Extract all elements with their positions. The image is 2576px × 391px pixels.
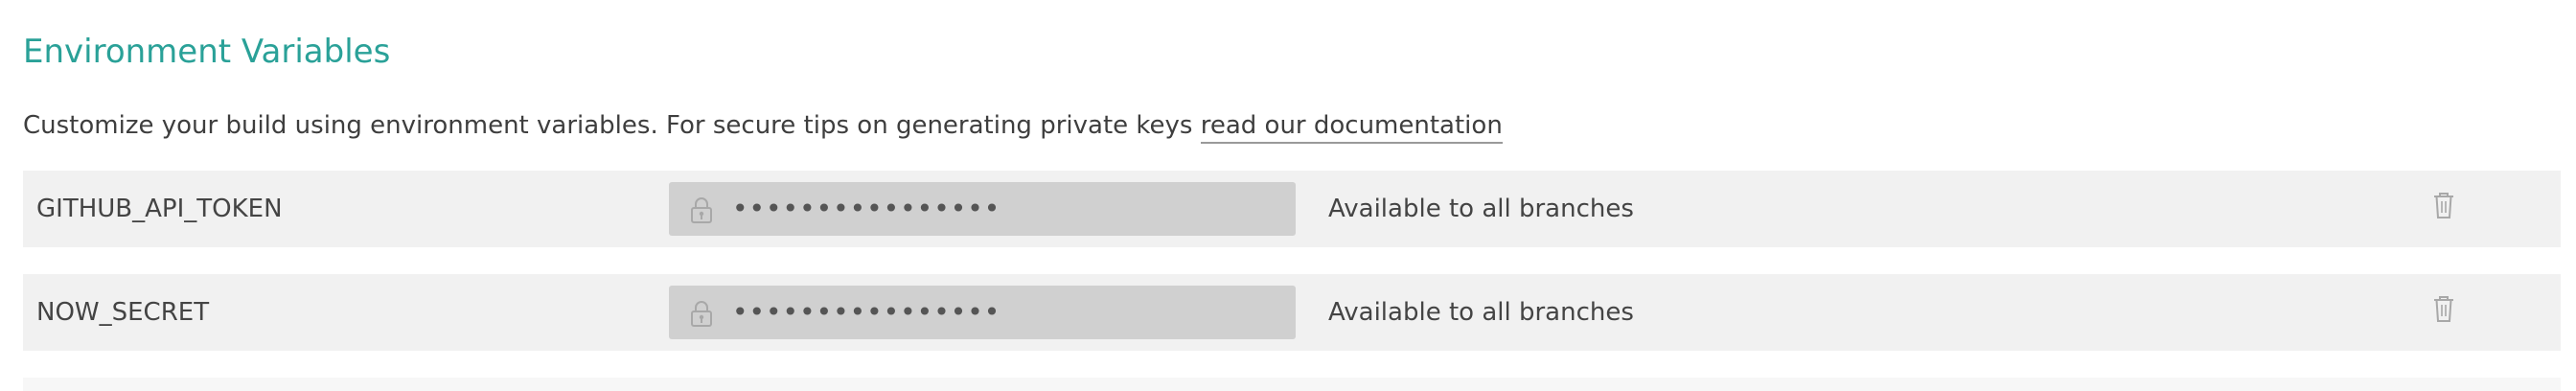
delete-variable-button[interactable]: [2425, 291, 2463, 330]
trash-icon: [2432, 191, 2455, 223]
delete-variable-button[interactable]: [2425, 188, 2463, 226]
trash-icon: [2432, 294, 2455, 327]
branch-availability: Available to all branches: [1328, 298, 1634, 327]
masked-value: ••••••••••••••••: [732, 193, 1001, 224]
add-variable-row: [23, 378, 2561, 391]
env-variable-row: NOW_SECRET •••••••••••••••• Available to…: [23, 274, 2561, 351]
variable-value-field[interactable]: ••••••••••••••••: [669, 182, 1296, 236]
section-description: Customize your build using environment v…: [23, 106, 1503, 145]
section-heading: Environment Variables: [23, 33, 391, 71]
masked-value: ••••••••••••••••: [732, 296, 1001, 328]
lock-icon: [688, 196, 715, 224]
lock-icon: [688, 299, 715, 328]
variable-name: GITHUB_API_TOKEN: [36, 195, 283, 223]
env-variable-row: GITHUB_API_TOKEN •••••••••••••••• Availa…: [23, 171, 2561, 247]
description-text: Customize your build using environment v…: [23, 111, 1201, 140]
branch-availability: Available to all branches: [1328, 195, 1634, 223]
environment-variables-section: Environment Variables Customize your bui…: [0, 0, 2576, 391]
variable-name: NOW_SECRET: [36, 298, 210, 327]
documentation-link[interactable]: read our documentation: [1200, 111, 1503, 144]
variable-value-field[interactable]: ••••••••••••••••: [669, 286, 1296, 339]
